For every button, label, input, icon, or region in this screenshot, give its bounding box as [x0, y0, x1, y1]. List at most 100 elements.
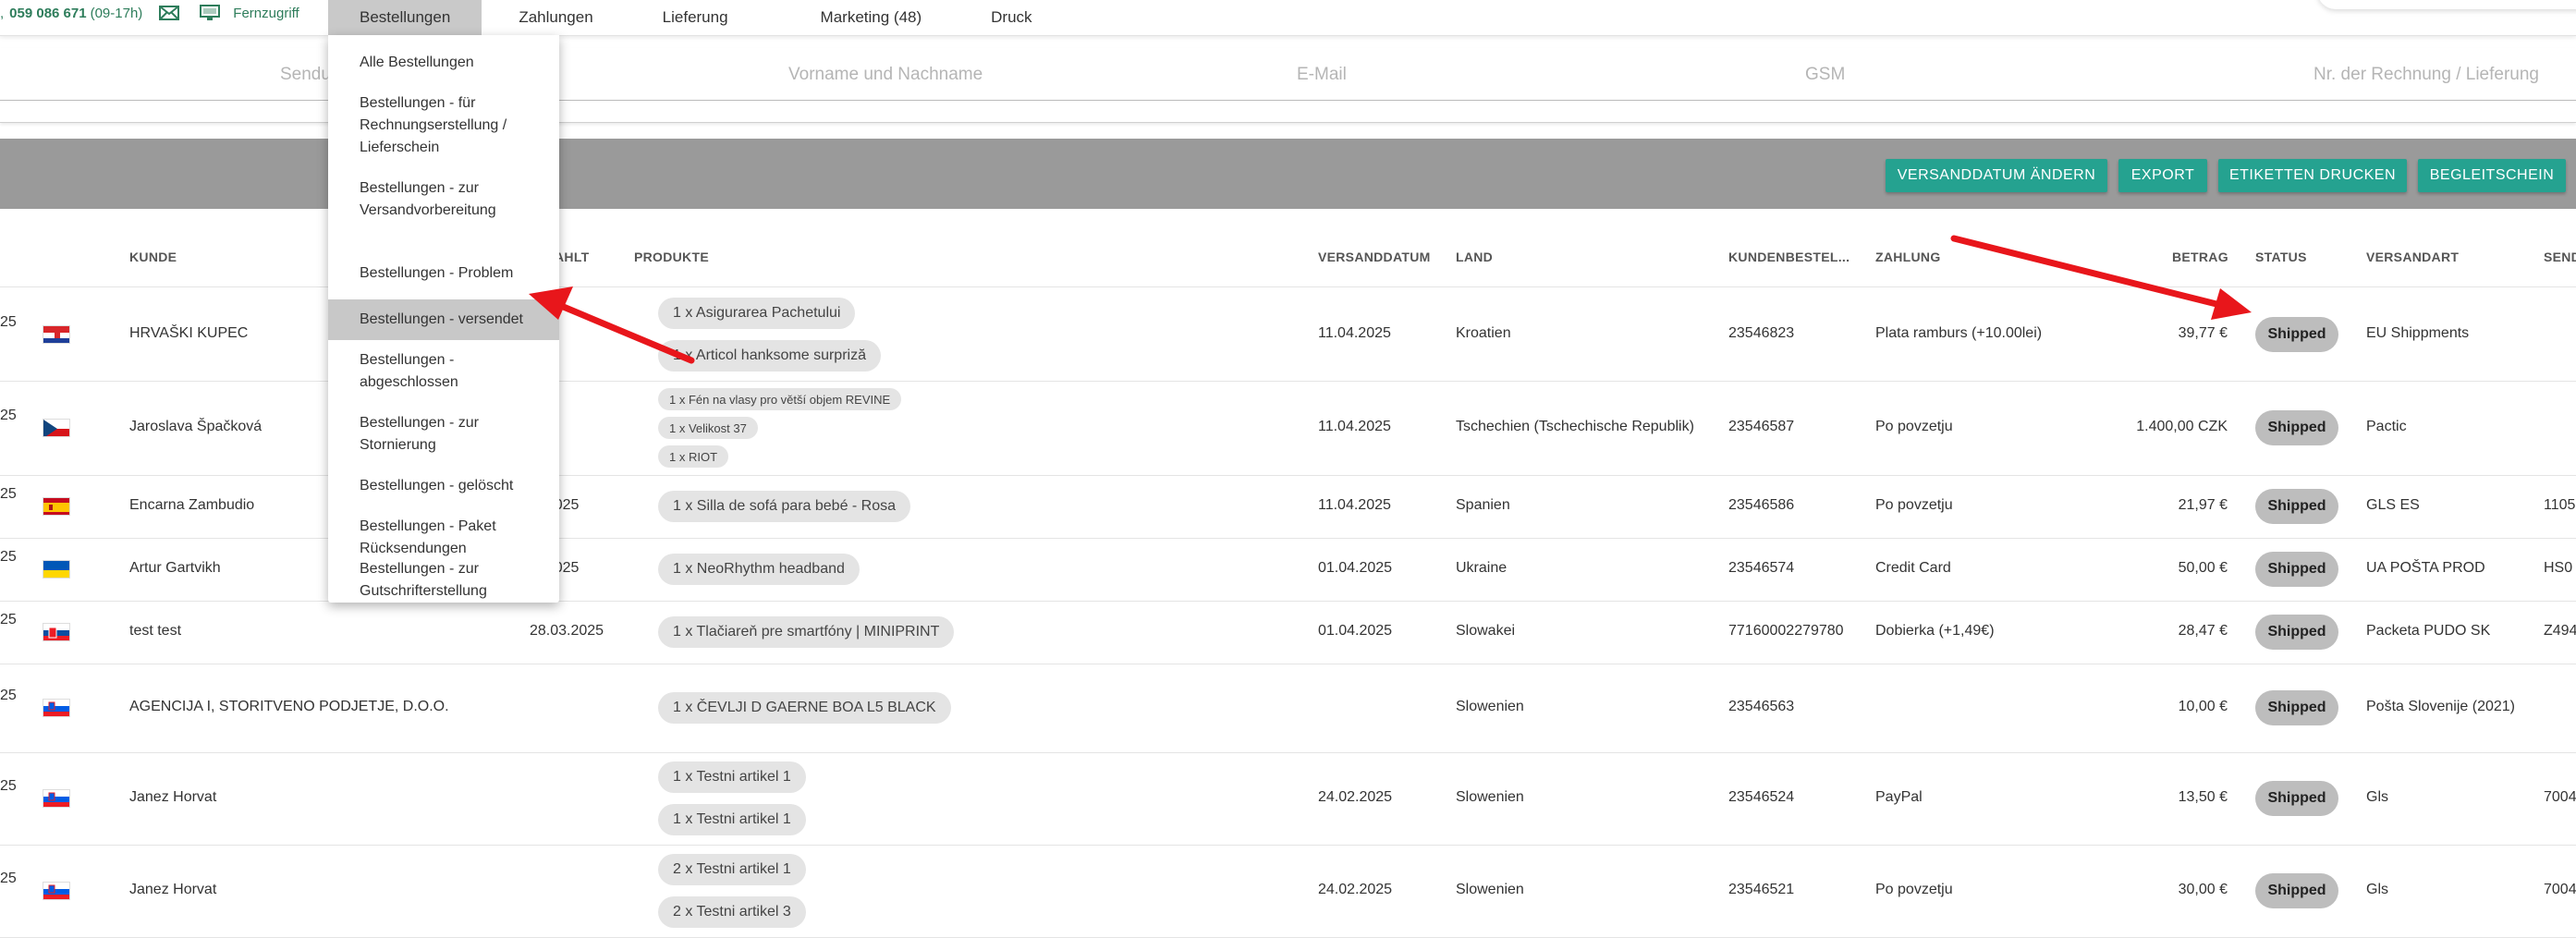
row-order-number[interactable]: 23546563 — [1728, 699, 1794, 715]
row-order-number[interactable]: 23546587 — [1728, 419, 1794, 435]
menu-item-completed[interactable]: Bestellungen - abgeschlossen — [328, 340, 559, 403]
filter-send-input[interactable]: Sendu — [280, 65, 331, 85]
envelope-icon[interactable] — [159, 5, 180, 21]
nav-zahlungen[interactable]: Zahlungen — [519, 8, 592, 27]
row-order-number[interactable]: 23546521 — [1728, 882, 1794, 898]
product-chip[interactable]: 1 x NeoRhythm headband — [658, 554, 860, 585]
row-customer[interactable]: Artur Gartvikh — [129, 560, 221, 577]
filter-name-input[interactable]: Vorname und Nachname — [788, 65, 983, 85]
col-zahlung[interactable]: ZAHLUNG — [1875, 250, 1941, 264]
product-chip[interactable]: 1 x ČEVLJI D GAERNE BOA L5 BLACK — [658, 692, 951, 724]
col-land[interactable]: LAND — [1456, 250, 1493, 264]
product-chip[interactable]: 1 x Testni artikel 1 — [658, 761, 806, 793]
product-chip[interactable]: 2 x Testni artikel 1 — [658, 854, 806, 885]
nav-lieferung[interactable]: Lieferung — [663, 8, 728, 27]
filter-email-input[interactable]: E-Mail — [1297, 65, 1347, 85]
row-shipping-date: 24.02.2025 — [1318, 882, 1393, 897]
main-nav: Bestellungen Zahlungen Lieferung Marketi… — [328, 0, 1032, 35]
filter-gsm-input[interactable]: GSM — [1805, 65, 1845, 85]
row-customer[interactable]: Janez Horvat — [129, 789, 216, 806]
row-divider — [0, 845, 2576, 846]
product-chip[interactable]: 1 x Fén na vlasy pro větší objem REVINE — [658, 388, 902, 410]
row-customer[interactable]: Janez Horvat — [129, 882, 216, 898]
status-badge[interactable]: Shipped — [2255, 690, 2338, 725]
col-kundenbestellung[interactable]: KUNDENBESTEL... — [1728, 250, 1850, 264]
row-country: Slowenien — [1456, 699, 1524, 714]
menu-item-deleted[interactable]: Bestellungen - gelöscht — [328, 466, 559, 506]
row-shipping-method: Gls — [2366, 789, 2388, 805]
status-badge[interactable]: Shipped — [2255, 781, 2338, 816]
flag-icon — [43, 497, 70, 516]
row-tracking[interactable]: Z494 — [2544, 623, 2576, 640]
row-year-fragment: 25 — [0, 871, 17, 886]
row-tracking[interactable]: 7004 — [2544, 882, 2576, 898]
row-amount: 28,47 € — [2178, 623, 2228, 639]
col-betrag[interactable]: BETRAG — [2172, 250, 2228, 264]
row-order-number[interactable]: 23546823 — [1728, 325, 1794, 342]
flag-icon — [43, 419, 70, 437]
row-order-number[interactable]: 23546586 — [1728, 497, 1794, 514]
nav-druck[interactable]: Druck — [991, 8, 1032, 27]
row-customer[interactable]: Encarna Zambudio — [129, 497, 254, 514]
print-labels-button[interactable]: ETIKETTEN DRUCKEN — [2218, 159, 2407, 192]
row-payment: Po povzetju — [1875, 419, 1953, 434]
account-panel[interactable] — [2317, 0, 2576, 9]
export-button[interactable]: EXPORT — [2118, 159, 2207, 192]
row-amount: 13,50 € — [2178, 789, 2228, 805]
delivery-note-button[interactable]: BEGLEITSCHEIN — [2418, 159, 2566, 192]
change-shipping-date-button[interactable]: VERSANDDATUM ÄNDERN — [1886, 159, 2107, 192]
menu-item-shipping-preparation[interactable]: Bestellungen - zur Versandvorbereitung — [328, 168, 559, 253]
nav-bestellungen[interactable]: Bestellungen — [328, 0, 482, 35]
row-shipping-method: Pošta Slovenije (2021) — [2366, 699, 2515, 714]
row-tracking[interactable]: 1105 — [2544, 497, 2575, 514]
menu-item-shipped[interactable]: Bestellungen - versendet — [328, 299, 559, 340]
phone-number: 059 086 671 — [9, 5, 87, 21]
product-chip[interactable]: 1 x Asigurarea Pachetului — [658, 298, 856, 329]
col-kunde[interactable]: KUNDE — [129, 250, 177, 264]
menu-item-cancellation[interactable]: Bestellungen - zur Stornierung — [328, 403, 559, 466]
col-status[interactable]: STATUS — [2255, 250, 2307, 264]
menu-item-all-orders[interactable]: Alle Bestellungen — [328, 43, 559, 83]
flag-icon — [43, 882, 70, 900]
product-chip[interactable]: 1 x Tlačiareň pre smartfóny | MINIPRINT — [658, 616, 955, 648]
row-customer[interactable]: HRVAŠKI KUPEC — [129, 325, 248, 342]
status-badge[interactable]: Shipped — [2255, 489, 2338, 524]
row-customer[interactable]: Jaroslava Špačková — [129, 419, 262, 435]
row-shipping-method: Pactic — [2366, 419, 2407, 434]
nav-marketing[interactable]: Marketing (48) — [821, 8, 922, 27]
row-shipping-date: 11.04.2025 — [1318, 419, 1391, 434]
col-bezahlt[interactable]: AHLT — [555, 250, 590, 264]
row-customer[interactable]: AGENCIJA I, STORITVENO PODJETJE, D.O.O. — [129, 699, 449, 715]
col-send[interactable]: SEND — [2544, 250, 2576, 264]
remote-access-link[interactable]: Fernzugriff — [233, 6, 299, 21]
col-versandart[interactable]: VERSANDART — [2366, 250, 2459, 264]
menu-item-credit-notes[interactable]: Bestellungen - zur Gutschrifterstellung — [328, 549, 559, 612]
monitor-icon[interactable] — [200, 5, 221, 21]
product-chip[interactable]: 1 x Articol hanksome surpriză — [658, 340, 881, 372]
row-year-fragment: 25 — [0, 778, 17, 794]
row-tracking[interactable]: 7004 — [2544, 789, 2576, 806]
status-badge[interactable]: Shipped — [2255, 873, 2338, 908]
row-order-number[interactable]: 23546524 — [1728, 789, 1794, 806]
col-versanddatum[interactable]: VERSANDDATUM — [1318, 250, 1431, 264]
col-produkte[interactable]: PRODUKTE — [634, 250, 709, 264]
row-payment: PayPal — [1875, 789, 1923, 805]
row-amount: 1.400,00 CZK — [2136, 419, 2228, 434]
product-chip[interactable]: 1 x Testni artikel 1 — [658, 804, 806, 835]
product-chip[interactable]: 1 x RIOT — [658, 445, 729, 468]
row-country: Kroatien — [1456, 325, 1511, 341]
status-badge[interactable]: Shipped — [2255, 615, 2338, 650]
menu-item-problem[interactable]: Bestellungen - Problem — [328, 253, 559, 294]
status-badge[interactable]: Shipped — [2255, 552, 2338, 587]
row-order-number[interactable]: 77160002279780 — [1728, 623, 1844, 640]
filter-invoice-input[interactable]: Nr. der Rechnung / Lieferung — [2314, 65, 2539, 85]
status-badge[interactable]: Shipped — [2255, 410, 2338, 445]
row-order-number[interactable]: 23546574 — [1728, 560, 1794, 577]
row-tracking[interactable]: HS0 — [2544, 560, 2572, 577]
row-customer[interactable]: test test — [129, 623, 181, 640]
product-chip[interactable]: 1 x Velikost 37 — [658, 417, 758, 439]
status-badge[interactable]: Shipped — [2255, 317, 2338, 352]
top-bar: , 059 086 671 (09-17h) Fernzugriff Beste… — [0, 0, 2576, 36]
product-chip[interactable]: 1 x Silla de sofá para bebé - Rosa — [658, 491, 911, 522]
product-chip[interactable]: 2 x Testni artikel 3 — [658, 896, 806, 928]
